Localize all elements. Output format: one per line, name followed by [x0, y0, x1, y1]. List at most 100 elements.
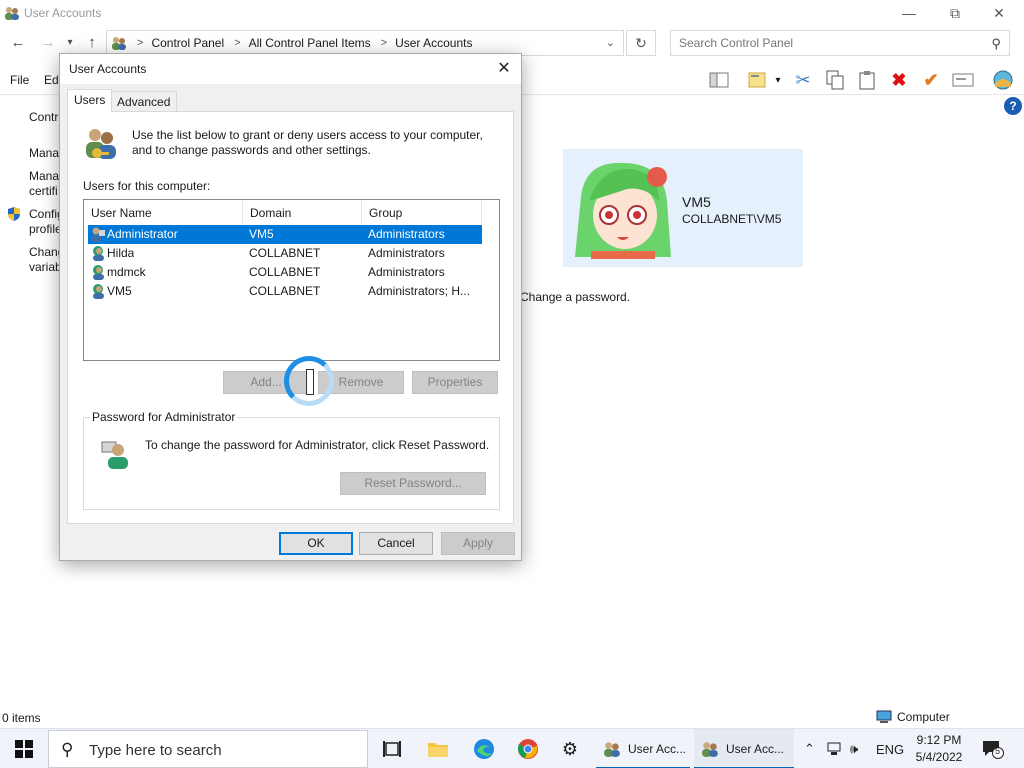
users-app-icon [702, 742, 718, 757]
column-header-domain[interactable]: Domain [243, 200, 362, 224]
cut-icon[interactable]: ✂ [790, 68, 816, 92]
table-row[interactable]: mdmck COLLABNET Administrators [88, 263, 482, 282]
taskbar-task-user-accounts-2[interactable]: User Acc... [694, 729, 794, 768]
left-link-change[interactable]: Chang [29, 245, 59, 260]
breadcrumb-user-accounts[interactable]: User Accounts [395, 36, 472, 50]
taskbar-clock[interactable]: 9:12 PM 5/4/2022 [904, 732, 974, 766]
column-header-user-name[interactable]: User Name [84, 200, 243, 224]
left-link-manage-1[interactable]: Mana [29, 146, 59, 161]
user-password-icon [101, 441, 128, 469]
left-link-variables[interactable]: variab [29, 260, 59, 275]
close-button[interactable]: ✕ [976, 0, 1022, 26]
preview-pane-icon[interactable] [706, 68, 732, 92]
menu-file[interactable]: File [10, 73, 29, 87]
rename-icon[interactable] [950, 68, 976, 92]
search-input[interactable] [679, 36, 979, 50]
language-text: ENG [876, 741, 905, 757]
cancel-button[interactable]: Cancel [359, 532, 433, 555]
tab-users[interactable]: Users [67, 89, 113, 112]
edge-button[interactable] [464, 729, 504, 768]
table-row[interactable]: Hilda COLLABNET Administrators [88, 244, 482, 263]
folder-icon [428, 743, 448, 757]
computer-icon [876, 710, 892, 723]
network-tray-icon[interactable] [826, 729, 842, 768]
reset-password-button[interactable]: Reset Password... [340, 472, 486, 495]
language-indicator[interactable]: ENG [876, 729, 904, 768]
checkmark-icon[interactable]: ✔ [918, 68, 944, 92]
table-row[interactable]: Administrator VM5 Administrators [88, 225, 482, 244]
users-list[interactable]: User Name Domain Group Administrator VM5… [83, 199, 500, 361]
ok-button[interactable]: OK [279, 532, 353, 555]
domain-user-icon [93, 246, 104, 261]
refresh-button[interactable]: ↻ [626, 30, 656, 56]
user-card-name: VM5 [682, 194, 711, 210]
folder-options-icon[interactable] [744, 68, 770, 92]
user-avatar [571, 157, 675, 259]
taskbar-task-user-accounts-1[interactable]: User Acc... [596, 729, 690, 768]
left-link-control-panel[interactable]: Contr [29, 110, 59, 125]
minimize-button[interactable]: — [886, 0, 932, 26]
chrome-button[interactable] [508, 729, 548, 768]
minimize-icon: — [902, 5, 916, 21]
control-panel-icon [112, 37, 126, 50]
chevron-up-icon: ⌃ [804, 741, 815, 756]
dialog-close-button[interactable]: ✕ [493, 58, 515, 80]
user-icon [91, 227, 105, 242]
windows-logo-icon [15, 740, 33, 758]
forward-button[interactable]: → [38, 34, 58, 52]
start-button[interactable] [0, 729, 48, 768]
cell-group: Administrators [368, 227, 445, 241]
taskbar-search[interactable]: ⚲ Type here to search [48, 730, 368, 768]
search-control-panel[interactable]: ⚲ [670, 30, 1010, 56]
up-button[interactable]: ↑ [82, 34, 102, 52]
arrow-right-icon: → [40, 34, 56, 51]
show-hidden-icons-button[interactable]: ⌃ [804, 729, 815, 768]
tab-advanced[interactable]: Advanced [110, 91, 178, 112]
table-row[interactable]: VM5 COLLABNET Administrators; H... [88, 282, 482, 301]
cell-group: Administrators [368, 265, 445, 279]
notification-center-button[interactable]: 5 [982, 739, 1004, 759]
clock-time: 9:12 PM [916, 733, 962, 747]
paste-icon[interactable] [854, 68, 880, 92]
cell-domain: COLLABNET [249, 284, 321, 298]
left-link-manage-2[interactable]: Mana [29, 169, 59, 184]
column-header-group[interactable]: Group [362, 200, 482, 224]
help-icon[interactable]: ? [1004, 97, 1022, 115]
dialog-intro-text: Use the list below to grant or deny user… [132, 128, 483, 157]
explorer-title-bar: User Accounts — ⧉ ✕ [0, 0, 1024, 26]
properties-button[interactable]: Properties [412, 371, 498, 394]
restore-button[interactable]: ⧉ [932, 0, 978, 26]
network-globe-icon[interactable] [990, 68, 1016, 92]
chevron-down-icon[interactable]: ⌄ [606, 36, 615, 49]
breadcrumb-all-items[interactable]: All Control Panel Items [249, 36, 371, 50]
domain-user-icon [93, 284, 104, 299]
task-view-button[interactable] [372, 729, 412, 768]
apply-button[interactable]: Apply [441, 532, 515, 555]
chevron-down-icon[interactable]: ▾ [770, 68, 786, 92]
clock-date: 5/4/2022 [915, 750, 963, 764]
file-explorer-button[interactable] [418, 729, 458, 768]
arrow-left-icon: ← [10, 34, 26, 51]
left-link-configure[interactable]: Config [29, 207, 59, 222]
status-location: Computer [876, 710, 950, 724]
breadcrumb-control-panel[interactable]: Control Panel [151, 36, 224, 50]
left-link-certificates[interactable]: certifi [29, 184, 59, 199]
chrome-icon [517, 739, 538, 759]
chevron-right-icon: > [234, 37, 241, 49]
cell-domain: COLLABNET [249, 265, 321, 279]
settings-button[interactable]: ⚙ [550, 729, 590, 768]
delete-icon[interactable]: ✖ [886, 68, 912, 92]
cell-user-name: Administrator [107, 227, 178, 241]
edge-icon [474, 739, 494, 759]
copy-icon[interactable] [822, 68, 848, 92]
users-list-label: Users for this computer: [83, 179, 211, 193]
back-button[interactable]: ← [8, 34, 28, 52]
cell-group: Administrators [368, 246, 445, 260]
password-group-text: To change the password for Administrator… [145, 438, 490, 452]
recent-locations-button[interactable]: ▾ [60, 34, 80, 52]
users-app-icon [604, 742, 620, 757]
change-password-link[interactable]: Change a password. [520, 290, 630, 304]
refresh-icon: ↻ [635, 34, 647, 51]
volume-tray-icon[interactable]: 🕪 [850, 729, 858, 768]
left-link-profile[interactable]: profile [29, 222, 59, 237]
